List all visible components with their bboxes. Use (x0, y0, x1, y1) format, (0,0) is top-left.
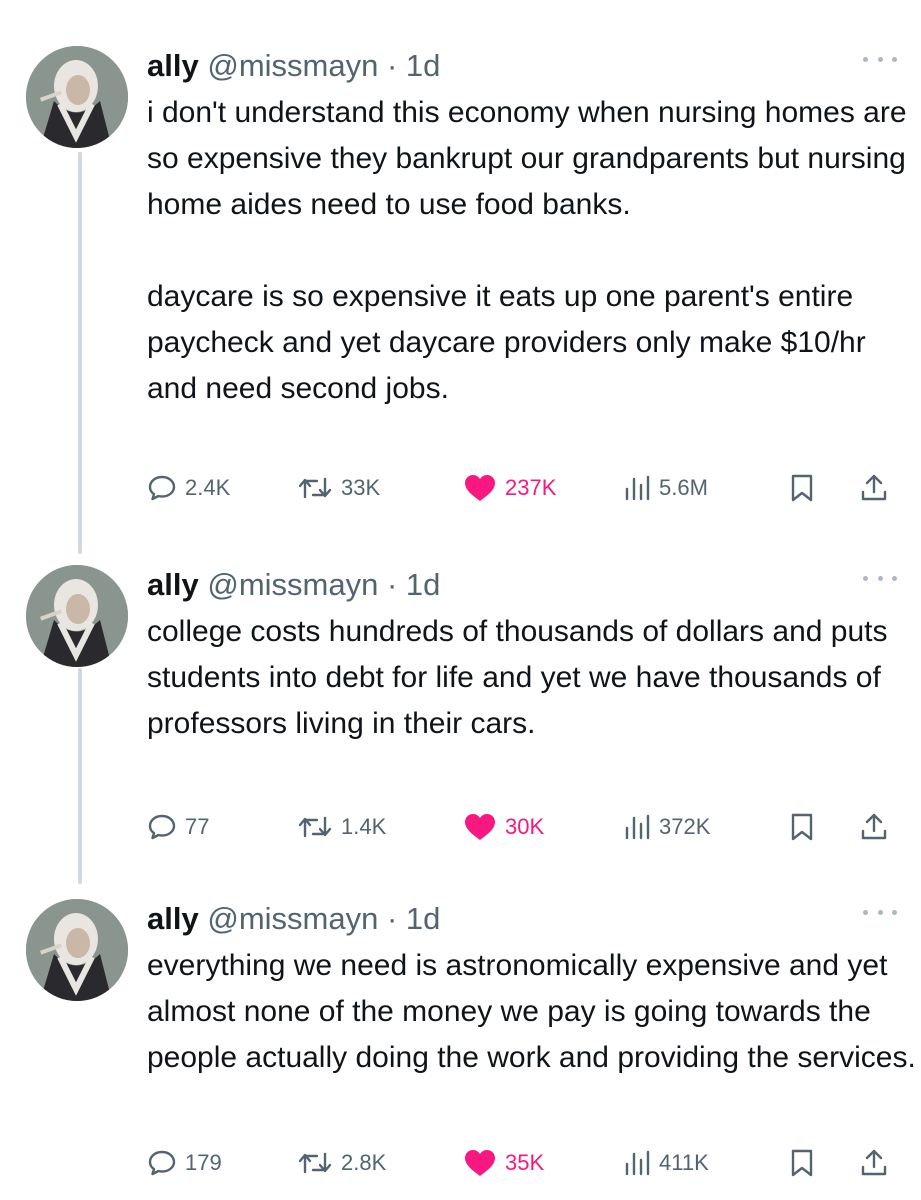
like-button[interactable]: 237K (463, 468, 556, 508)
view-count: 372K (659, 814, 711, 839)
views-button[interactable]: 5.6M (623, 468, 708, 508)
more-options-icon[interactable] (863, 905, 897, 919)
tweet-paragraph: everything we need is astronomically exp… (147, 949, 916, 1074)
share-button[interactable] (859, 807, 897, 847)
view-count: 5.6M (659, 475, 708, 500)
thread-connector-line (78, 668, 82, 884)
bookmark-icon (791, 813, 813, 841)
avatar[interactable] (26, 899, 128, 1001)
like-button[interactable]: 35K (463, 1143, 544, 1183)
heart-icon (465, 475, 495, 501)
retweet-button[interactable]: 33K (297, 468, 380, 508)
views-icon (625, 814, 650, 840)
user-handle[interactable]: @missmayn (207, 48, 378, 83)
reply-icon (148, 1150, 176, 1176)
tweet-text: college costs hundreds of thousands of d… (147, 609, 917, 747)
heart-icon (465, 1150, 495, 1176)
timestamp[interactable]: 1d (406, 901, 440, 936)
avatar[interactable] (26, 565, 128, 667)
thread-connector-line (78, 152, 82, 554)
share-button[interactable] (859, 468, 897, 508)
tweet-text: everything we need is astronomically exp… (147, 943, 917, 1081)
bookmark-button[interactable] (789, 1143, 823, 1183)
bookmark-button[interactable] (789, 468, 823, 508)
separator-dot: · (386, 567, 398, 602)
views-icon (625, 475, 650, 501)
like-count: 30K (505, 814, 545, 839)
tweet-header: ally @missmayn · 1d (147, 899, 440, 939)
bookmark-icon (791, 1149, 813, 1177)
tweet-paragraph: college costs hundreds of thousands of d… (147, 615, 888, 740)
retweet-icon (298, 816, 332, 838)
tweet-actions: 179 2.8K 35K 411K (147, 1143, 897, 1183)
avatar[interactable] (26, 46, 128, 148)
timestamp[interactable]: 1d (406, 48, 440, 83)
tweet-text: i don't understand this economy when nur… (147, 90, 917, 412)
reply-count: 2.4K (185, 475, 231, 500)
reply-count: 77 (185, 814, 210, 839)
tweet-paragraph: daycare is so expensive it eats up one p… (147, 280, 866, 405)
retweet-count: 33K (341, 475, 381, 500)
reply-count: 179 (185, 1150, 222, 1175)
share-icon (861, 474, 887, 501)
retweet-icon (298, 1152, 332, 1174)
user-handle[interactable]: @missmayn (207, 901, 378, 936)
like-count: 35K (505, 1150, 545, 1175)
share-icon (861, 1149, 887, 1176)
bookmark-button[interactable] (789, 807, 823, 847)
reply-icon (148, 475, 176, 501)
tweet-paragraph: i don't understand this economy when nur… (147, 96, 907, 221)
share-button[interactable] (859, 1143, 897, 1183)
separator-dot: · (386, 48, 398, 83)
bookmark-icon (791, 474, 813, 502)
views-button[interactable]: 411K (623, 1143, 709, 1183)
display-name[interactable]: ally (147, 48, 199, 83)
retweet-button[interactable]: 1.4K (297, 807, 386, 847)
like-button[interactable]: 30K (463, 807, 544, 847)
more-options-icon[interactable] (863, 571, 897, 585)
user-handle[interactable]: @missmayn (207, 567, 378, 602)
tweet-actions: 77 1.4K 30K 372K (147, 807, 897, 847)
tweet-header: ally @missmayn · 1d (147, 46, 440, 86)
like-count: 237K (505, 475, 557, 500)
timestamp[interactable]: 1d (406, 567, 440, 602)
retweet-count: 2.8K (341, 1150, 387, 1175)
retweet-count: 1.4K (341, 814, 387, 839)
reply-button[interactable]: 77 (147, 807, 209, 847)
reply-button[interactable]: 2.4K (147, 468, 230, 508)
tweet-header: ally @missmayn · 1d (147, 565, 440, 605)
heart-icon (465, 814, 495, 840)
share-icon (861, 813, 887, 840)
views-icon (625, 1150, 650, 1176)
display-name[interactable]: ally (147, 901, 199, 936)
more-options-icon[interactable] (863, 52, 897, 66)
view-count: 411K (659, 1150, 709, 1175)
reply-button[interactable]: 179 (147, 1143, 222, 1183)
retweet-button[interactable]: 2.8K (297, 1143, 386, 1183)
tweet-actions: 2.4K 33K 237K 5.6M (147, 468, 897, 508)
separator-dot: · (386, 901, 398, 936)
views-button[interactable]: 372K (623, 807, 710, 847)
display-name[interactable]: ally (147, 567, 199, 602)
reply-icon (148, 814, 176, 840)
retweet-icon (298, 477, 332, 499)
